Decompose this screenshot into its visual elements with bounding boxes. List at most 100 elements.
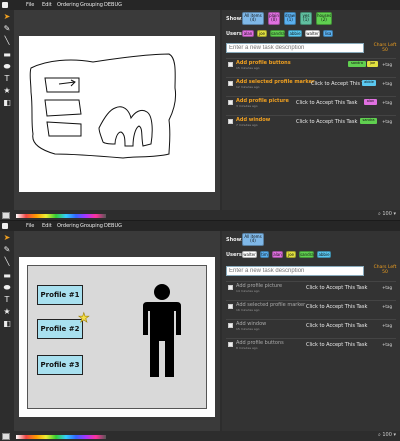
task-tag[interactable]: sandra bbox=[360, 118, 377, 124]
drawing-canvas[interactable]: Profile #1 Profile #2 ★ Profile #3 bbox=[19, 257, 215, 417]
task-checkbox[interactable] bbox=[228, 81, 233, 86]
user-sandra[interactable]: sandra bbox=[270, 30, 285, 37]
add-tag-button[interactable]: +tag bbox=[382, 304, 392, 309]
text-icon[interactable]: T bbox=[2, 74, 12, 84]
filter-yes[interactable]: yes (1) bbox=[300, 12, 312, 25]
menu-grouping[interactable]: Grouping bbox=[80, 2, 103, 8]
drawing-canvas[interactable] bbox=[19, 36, 215, 192]
new-task-input[interactable] bbox=[226, 266, 364, 276]
filter-count: (2) bbox=[321, 17, 327, 22]
pencil-icon[interactable]: ✎ bbox=[2, 24, 12, 34]
user-lisa[interactable]: lisa bbox=[323, 30, 333, 37]
add-tag-button[interactable]: +tag bbox=[382, 81, 392, 86]
task-item[interactable]: Add profile picture 14 minutes ago Click… bbox=[226, 283, 396, 299]
menu-ordering[interactable]: Ordering bbox=[57, 223, 79, 229]
task-item[interactable]: Add window 15 minutes ago Click to Accep… bbox=[226, 321, 396, 337]
rectangle-icon[interactable]: ▬ bbox=[2, 50, 12, 60]
add-tag-button[interactable]: +tag bbox=[382, 100, 392, 105]
add-tag-button[interactable]: +tag bbox=[382, 285, 392, 290]
text-icon[interactable]: T bbox=[2, 295, 12, 305]
current-color-swatch[interactable] bbox=[2, 433, 10, 440]
profile-button-1[interactable]: Profile #1 bbox=[37, 285, 83, 305]
task-tag[interactable]: alan bbox=[364, 99, 377, 105]
menu-debug[interactable]: DEBUG bbox=[104, 223, 122, 229]
add-tag-button[interactable]: +tag bbox=[382, 342, 392, 347]
line-icon[interactable]: ╲ bbox=[2, 36, 12, 46]
pointer-icon[interactable]: ➤ bbox=[2, 233, 12, 243]
pointer-icon[interactable]: ➤ bbox=[2, 12, 12, 22]
menu-edit[interactable]: Edit bbox=[42, 223, 52, 229]
zoom-level[interactable]: ⌕ 100 ▾ bbox=[378, 211, 396, 217]
divider bbox=[226, 338, 396, 339]
rectangle-icon[interactable]: ▬ bbox=[2, 271, 12, 281]
accept-task-link[interactable]: Click to Accept This Task bbox=[296, 100, 357, 106]
menu-edit[interactable]: Edit bbox=[42, 2, 52, 8]
task-item[interactable]: Add selected profile marker 16 minutes a… bbox=[226, 302, 396, 318]
add-tag-button[interactable]: +tag bbox=[382, 62, 392, 67]
accept-task-link[interactable]: Click to Accept This Task bbox=[296, 119, 357, 125]
accept-task-link[interactable]: Click to Accept This Task bbox=[306, 304, 367, 310]
zoom-level[interactable]: ⌕ 100 ▾ bbox=[378, 432, 396, 438]
accept-task-link[interactable]: Click to Accept This Task bbox=[306, 323, 367, 329]
task-checkbox[interactable] bbox=[228, 285, 233, 290]
task-panel: Show: All items (4) Users: walter tim ala… bbox=[222, 231, 400, 431]
current-color-swatch[interactable] bbox=[2, 212, 10, 219]
filter-all-items[interactable]: All items (4) bbox=[242, 12, 264, 25]
ellipse-icon[interactable]: ⬬ bbox=[2, 283, 12, 293]
filter-all-items[interactable]: All items (4) bbox=[242, 233, 264, 246]
profile-button-3[interactable]: Profile #3 bbox=[37, 355, 83, 375]
task-checkbox[interactable] bbox=[228, 100, 233, 105]
task-age: 15 minutes ago bbox=[236, 66, 260, 70]
menu-grouping[interactable]: Grouping bbox=[80, 223, 103, 229]
user-walter[interactable]: walter bbox=[305, 30, 320, 37]
task-checkbox[interactable] bbox=[228, 62, 233, 67]
menu-debug[interactable]: DEBUG bbox=[104, 2, 122, 8]
user-abbie[interactable]: abbie bbox=[317, 251, 331, 258]
accept-task-link[interactable]: Click to Accept This Task bbox=[306, 285, 367, 291]
task-item[interactable]: Add profile picture 3 minutes ago Click … bbox=[226, 98, 396, 114]
line-icon[interactable]: ╲ bbox=[2, 257, 12, 267]
new-task-input[interactable] bbox=[226, 43, 364, 53]
color-palette[interactable] bbox=[16, 435, 106, 439]
user-alan[interactable]: alan bbox=[272, 251, 283, 258]
user-walter[interactable]: walter bbox=[242, 251, 257, 258]
user-joe[interactable]: joe bbox=[286, 251, 296, 258]
menu-file[interactable]: File bbox=[26, 2, 34, 8]
task-tag[interactable]: joe bbox=[367, 61, 378, 67]
menu-bar: File Edit Ordering Grouping DEBUG bbox=[0, 0, 400, 10]
ellipse-icon[interactable]: ⬬ bbox=[2, 62, 12, 72]
task-item[interactable]: Add window 7 minutes ago Click to Accept… bbox=[226, 117, 396, 133]
color-swatch-icon[interactable]: ◧ bbox=[2, 319, 12, 329]
menu-file[interactable]: File bbox=[26, 223, 34, 229]
filter-plain[interactable]: plain (0) bbox=[268, 12, 280, 25]
user-joe[interactable]: joe bbox=[257, 30, 267, 37]
add-tag-button[interactable]: +tag bbox=[382, 323, 392, 328]
task-tag[interactable]: abbie bbox=[362, 80, 376, 86]
task-checkbox[interactable] bbox=[228, 119, 233, 124]
star-icon[interactable]: ★ bbox=[2, 86, 12, 96]
task-item[interactable]: Add selected profile marker 12 minutes a… bbox=[226, 79, 396, 95]
add-tag-button[interactable]: +tag bbox=[382, 119, 392, 124]
user-abbie[interactable]: abbie bbox=[288, 30, 302, 37]
chars-left-value: 50 bbox=[382, 48, 388, 53]
color-swatch-icon[interactable]: ◧ bbox=[2, 98, 12, 108]
star-icon[interactable]: ★ bbox=[2, 307, 12, 317]
user-sandra[interactable]: sandra bbox=[299, 251, 314, 258]
user-tim[interactable]: tim bbox=[260, 251, 269, 258]
task-checkbox[interactable] bbox=[228, 323, 233, 328]
user-alan[interactable]: alan bbox=[242, 30, 254, 37]
color-palette[interactable] bbox=[16, 214, 106, 218]
task-item[interactable]: Add profile buttons 8 minutes ago Click … bbox=[226, 340, 396, 356]
divider bbox=[226, 281, 396, 282]
task-checkbox[interactable] bbox=[228, 342, 233, 347]
pencil-icon[interactable]: ✎ bbox=[2, 245, 12, 255]
filter-houses[interactable]: houses (2) bbox=[316, 12, 332, 25]
accept-task-link[interactable]: Click to Accept This Task bbox=[306, 342, 367, 348]
filter-count: (4) bbox=[250, 17, 256, 22]
task-checkbox[interactable] bbox=[228, 304, 233, 309]
profile-button-2[interactable]: Profile #2 bbox=[37, 319, 83, 339]
filter-draw[interactable]: draw (1) bbox=[284, 12, 296, 25]
menu-ordering[interactable]: Ordering bbox=[57, 2, 79, 8]
task-tag[interactable]: sandra bbox=[348, 61, 366, 67]
task-item[interactable]: Add profile buttons 15 minutes ago sandr… bbox=[226, 60, 396, 76]
